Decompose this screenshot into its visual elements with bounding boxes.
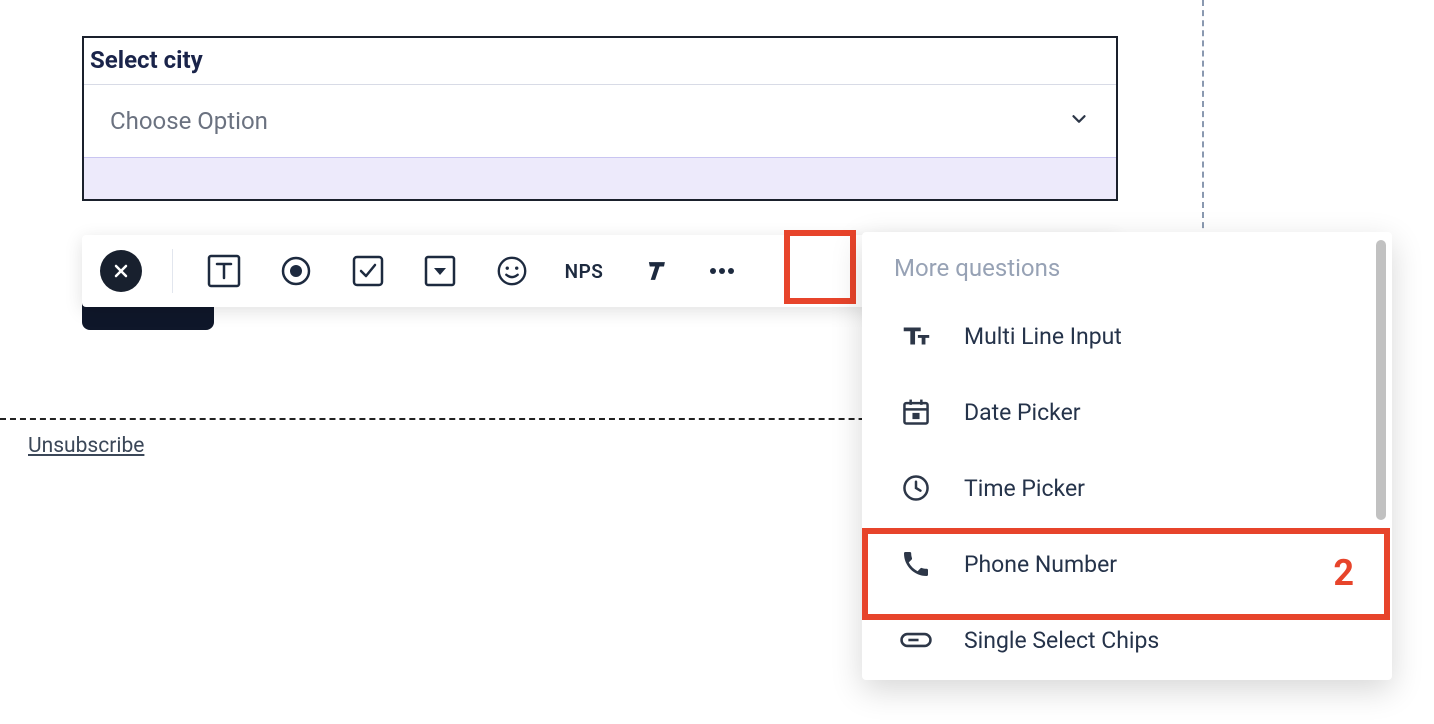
selection-strip bbox=[84, 157, 1116, 199]
callout-number-2: 2 bbox=[1333, 552, 1354, 594]
select-area: Choose Option bbox=[84, 84, 1116, 157]
dropdown-item-label: Time Picker bbox=[964, 475, 1085, 502]
chip-icon bbox=[898, 622, 934, 658]
smiley-icon[interactable] bbox=[491, 250, 533, 292]
calendar-icon bbox=[898, 394, 934, 430]
dropdown-item-timepicker[interactable]: Time Picker bbox=[862, 450, 1392, 526]
text-size-icon bbox=[898, 318, 934, 354]
clock-icon bbox=[898, 470, 934, 506]
phone-icon bbox=[898, 546, 934, 582]
dropdown-item-multiline[interactable]: Multi Line Input bbox=[862, 298, 1392, 374]
text-input-icon[interactable] bbox=[203, 250, 245, 292]
more-questions-dropdown: More questions Multi Line Input Date Pic… bbox=[862, 232, 1392, 680]
unsubscribe-link[interactable]: Unsubscribe bbox=[28, 434, 144, 458]
field-label: Select city bbox=[84, 38, 1116, 84]
select-dropdown[interactable]: Choose Option bbox=[106, 97, 1094, 157]
dropdown-item-chips[interactable]: Single Select Chips bbox=[862, 602, 1392, 678]
nps-label: NPS bbox=[565, 260, 604, 283]
nps-icon[interactable]: NPS bbox=[563, 250, 605, 292]
dropdown-field-icon[interactable] bbox=[419, 250, 461, 292]
dropdown-item-label: Single Select Chips bbox=[964, 627, 1159, 654]
checkbox-icon[interactable] bbox=[347, 250, 389, 292]
select-placeholder: Choose Option bbox=[110, 107, 268, 135]
form-field-block[interactable]: Select city Choose Option bbox=[82, 36, 1118, 201]
dropdown-item-label: Date Picker bbox=[964, 399, 1081, 426]
toolbar-divider bbox=[172, 249, 173, 293]
chevron-down-icon bbox=[1068, 108, 1090, 134]
dropdown-header: More questions bbox=[866, 232, 1392, 298]
close-button[interactable] bbox=[100, 250, 142, 292]
formatted-text-icon[interactable] bbox=[635, 250, 677, 292]
dropdown-item-label: Phone Number bbox=[964, 551, 1117, 578]
dropdown-scrollbar[interactable] bbox=[1376, 240, 1386, 520]
dropdown-item-phone[interactable]: Phone Number bbox=[862, 526, 1392, 602]
dropdown-item-label: Multi Line Input bbox=[964, 323, 1122, 350]
dropdown-item-datepicker[interactable]: Date Picker bbox=[862, 374, 1392, 450]
radio-icon[interactable] bbox=[275, 250, 317, 292]
more-options-icon[interactable] bbox=[701, 250, 743, 292]
